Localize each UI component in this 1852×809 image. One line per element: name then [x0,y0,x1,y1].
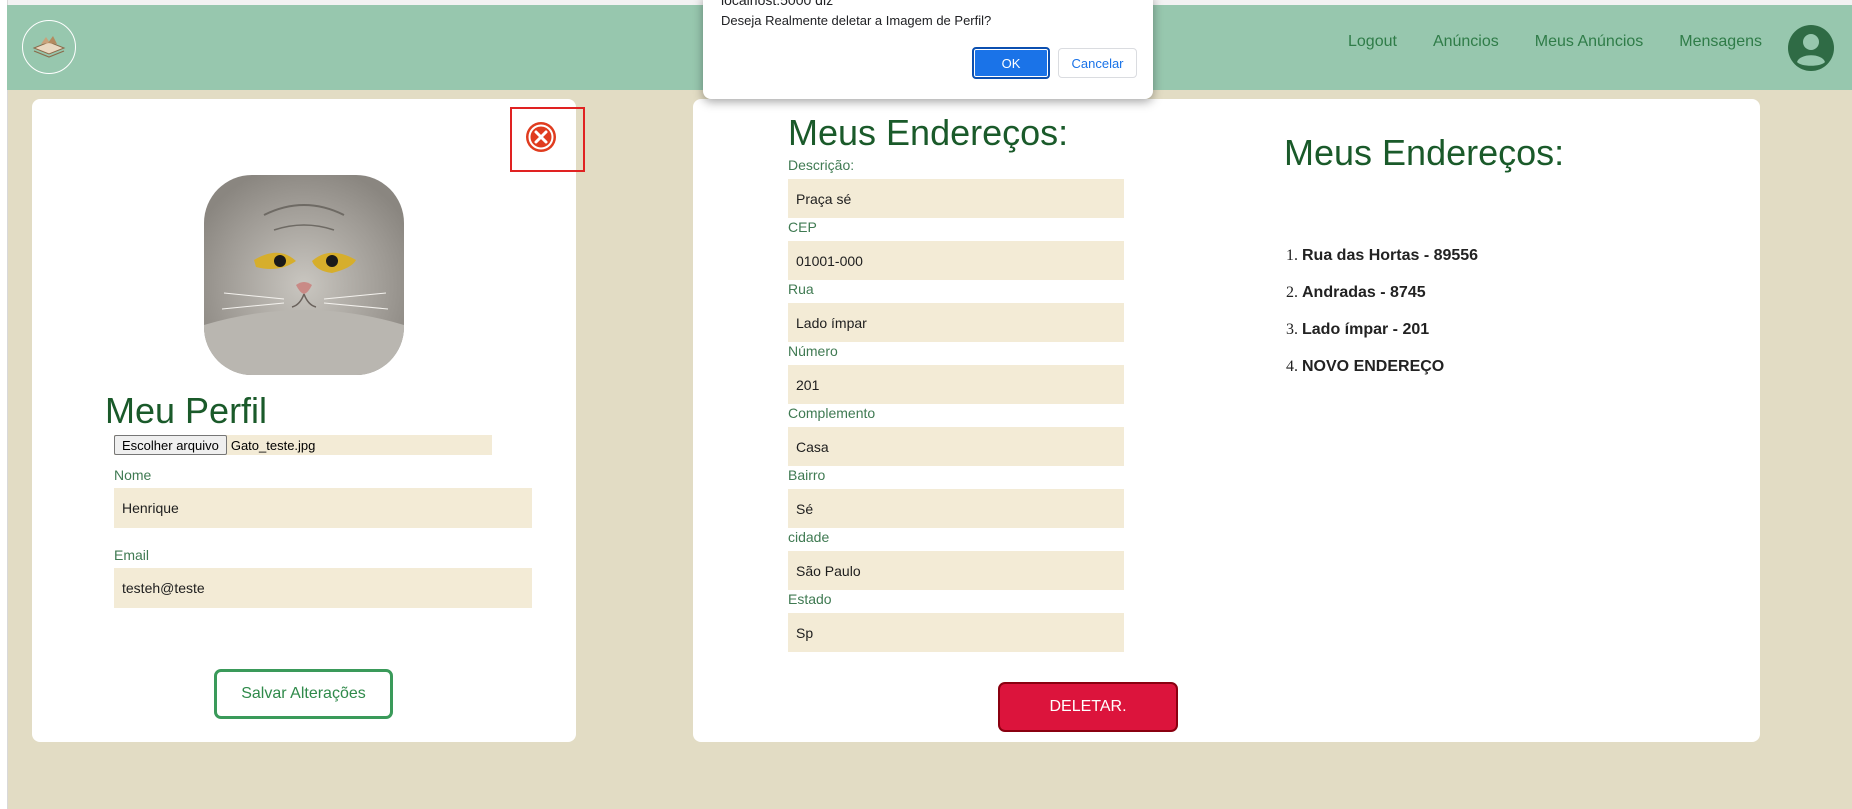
ok-button[interactable]: OK [972,47,1050,79]
nav-link-mensagens[interactable]: Mensagens [1679,33,1762,51]
estado-label: Estado [788,591,832,607]
complemento-field[interactable] [788,427,1124,466]
nav-link-anuncios[interactable]: Anúncios [1433,33,1499,51]
estado-field[interactable] [788,613,1124,652]
cep-label: CEP [788,219,817,235]
email-field[interactable] [114,568,532,608]
user-avatar-icon[interactable] [1788,25,1834,71]
cidade-field[interactable] [788,551,1124,590]
descricao-field[interactable] [788,179,1124,218]
profile-photo [204,175,404,375]
dialog-message: Deseja Realmente deletar a Imagem de Per… [721,13,992,28]
cancel-button[interactable]: Cancelar [1058,48,1137,78]
bairro-label: Bairro [788,467,826,483]
address-form-title: Meus Endereços: [788,112,1069,153]
numero-label: Número [788,343,838,359]
delete-button[interactable]: DELETAR. [998,682,1178,732]
file-name: Gato_teste.jpg [230,437,316,453]
book-logo-icon [32,36,66,58]
cat-photo-image [204,175,404,375]
rua-field[interactable] [788,303,1124,342]
list-item[interactable]: Andradas - 8745 [1302,281,1478,318]
cidade-label: cidade [788,529,830,545]
address-list-title: Meus Endereços: [1284,132,1565,173]
cep-field[interactable] [788,241,1124,280]
file-upload: Escolher arquivo Gato_teste.jpg [114,435,492,455]
address-list: Rua das Hortas - 89556 Andradas - 8745 L… [1278,244,1478,392]
choose-file-button[interactable]: Escolher arquivo [114,435,227,455]
name-label: Nome [114,467,152,483]
save-button[interactable]: Salvar Alterações [214,669,393,719]
complemento-label: Complemento [788,405,876,421]
dialog-origin: localhost:5000 diz [721,0,834,8]
name-field[interactable] [114,488,532,528]
descricao-label: Descrição: [788,157,855,173]
bairro-field[interactable] [788,489,1124,528]
list-item[interactable]: NOVO ENDEREÇO [1302,355,1478,392]
nav-link-logout[interactable]: Logout [1348,33,1397,51]
list-item[interactable]: Lado ímpar - 201 [1302,318,1478,355]
email-label: Email [114,547,150,563]
numero-field[interactable] [788,365,1124,404]
nav-links: Logout Anúncios Meus Anúncios Mensagens [1348,33,1762,51]
confirm-dialog: localhost:5000 diz Deseja Realmente dele… [703,0,1153,99]
browser-edge-left [0,0,8,809]
logo[interactable] [22,20,76,74]
nav-link-meus-anuncios[interactable]: Meus Anúncios [1535,33,1644,51]
rua-label: Rua [788,281,814,297]
list-item[interactable]: Rua das Hortas - 89556 [1302,244,1478,281]
close-icon[interactable] [525,121,557,153]
profile-title: Meu Perfil [105,390,268,431]
